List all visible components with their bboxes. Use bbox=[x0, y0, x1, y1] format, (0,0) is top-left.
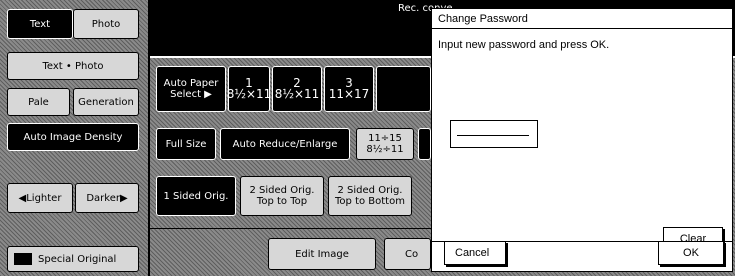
special-original-label: Special Original bbox=[38, 253, 117, 265]
one-sided-original-button[interactable]: 1 Sided Orig. bbox=[156, 176, 236, 216]
tray-3-size: 11×17 bbox=[328, 87, 370, 101]
preset-ratio-bottom: 8½÷11 bbox=[366, 144, 404, 155]
tray-3-button[interactable]: 3 11×17 bbox=[324, 66, 374, 112]
darker-button[interactable]: Darker▶ bbox=[75, 183, 139, 213]
edit-image-button[interactable]: Edit Image bbox=[268, 238, 376, 270]
text-mode-button[interactable]: Text bbox=[7, 9, 73, 39]
special-original-icon bbox=[14, 253, 32, 265]
change-password-dialog: Change Password Input new password and p… bbox=[431, 8, 733, 272]
partial-button[interactable]: Co bbox=[384, 238, 431, 270]
tray-1-size: 8½×11 bbox=[226, 87, 272, 101]
pale-button[interactable]: Pale bbox=[7, 88, 70, 116]
tray-4-button-partial[interactable] bbox=[376, 66, 431, 112]
preset-ratio-button[interactable]: 11÷15 8½÷11 bbox=[356, 128, 414, 160]
ratio-button-partial[interactable] bbox=[418, 128, 431, 160]
auto-reduce-enlarge-button[interactable]: Auto Reduce/Enlarge bbox=[220, 128, 350, 160]
ok-button[interactable]: OK bbox=[658, 241, 724, 265]
lighter-button[interactable]: ◀Lighter bbox=[7, 183, 73, 213]
generation-button[interactable]: Generation bbox=[73, 88, 139, 116]
full-size-button[interactable]: Full Size bbox=[156, 128, 216, 160]
preset-ratio-top: 11÷15 bbox=[368, 133, 402, 144]
bottom-divider bbox=[150, 228, 435, 229]
cancel-button[interactable]: Cancel bbox=[444, 241, 506, 265]
dialog-message: Input new password and press OK. bbox=[438, 39, 610, 51]
photo-mode-button[interactable]: Photo bbox=[73, 9, 139, 39]
password-input[interactable] bbox=[450, 120, 538, 148]
auto-image-density-button[interactable]: Auto Image Density bbox=[7, 123, 139, 151]
dialog-title: Change Password bbox=[432, 9, 732, 29]
two-sided-top-to-top-button[interactable]: 2 Sided Orig. Top to Top bbox=[240, 176, 324, 216]
tray-2-size: 8½×11 bbox=[274, 87, 320, 101]
two-sided-top-to-bottom-button[interactable]: 2 Sided Orig. Top to Bottom bbox=[328, 176, 412, 216]
tray-2-button[interactable]: 2 8½×11 bbox=[272, 66, 322, 112]
auto-paper-select-button[interactable]: Auto Paper Select ▶ bbox=[156, 66, 226, 112]
text-photo-button[interactable]: Text • Photo bbox=[7, 52, 139, 80]
tray-1-button[interactable]: 1 8½×11 bbox=[226, 66, 272, 112]
password-input-underline bbox=[457, 135, 529, 136]
special-original-button[interactable]: Special Original bbox=[7, 246, 139, 272]
